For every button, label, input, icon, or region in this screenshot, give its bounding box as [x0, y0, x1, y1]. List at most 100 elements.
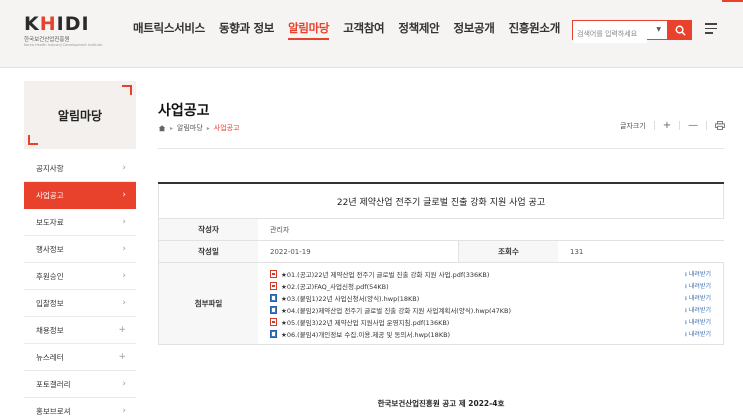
download-icon: ⭳: [684, 330, 687, 338]
divider: [679, 121, 681, 130]
date-label: 작성일: [158, 241, 258, 262]
breadcrumb-item[interactable]: 알림마당: [177, 123, 203, 133]
download-button[interactable]: ⭳ 내려받기: [685, 281, 711, 292]
breadcrumb-separator: ▸: [170, 124, 174, 132]
date-row: 작성일 2022-01-19 조회수 131: [158, 241, 724, 263]
menu-bar-icon: [705, 32, 713, 34]
hwp-file-icon: [270, 306, 277, 314]
sidebar-item-bids[interactable]: 입찰정보 ›: [24, 290, 136, 317]
attachment-link[interactable]: ★03.(붙임1)22년 사업신청서(양식).hwp(18KB): [281, 293, 419, 303]
breadcrumb-current[interactable]: 사업공고: [214, 123, 240, 133]
chevron-right-icon: ›: [122, 190, 126, 200]
menu-bar-icon: [705, 23, 717, 25]
chevron-right-icon: ›: [122, 406, 126, 416]
chevron-right-icon: ›: [122, 163, 126, 173]
search-button[interactable]: [668, 20, 692, 40]
views-value: 131: [570, 247, 584, 256]
sidebar-item-events[interactable]: 행사정보 ›: [24, 236, 136, 263]
sidebar-title-box: 알림마당: [24, 81, 136, 149]
sidebar-item-label: 홍보브로셔: [36, 406, 71, 416]
sidebar-item-label: 채용정보: [36, 325, 64, 335]
sidebar-item-label: 포토갤러리: [36, 379, 71, 389]
post-detail-table: 22년 제약산업 전주기 글로벌 진출 강화 지원 사업 공고 작성자 관리자 …: [158, 182, 724, 345]
hwp-file-icon: [270, 330, 277, 338]
download-button[interactable]: ⭳ 내려받기: [685, 293, 711, 304]
download-button[interactable]: ⭳ 내려받기: [685, 305, 711, 316]
menu-bar-icon: [705, 27, 717, 29]
nav-item-policy[interactable]: 정책제안: [398, 20, 439, 40]
download-button[interactable]: ⭳ 내려받기: [685, 317, 711, 328]
attachment-link[interactable]: ★04.(붙임2)제약산업 전주기 글로벌 진출 강화 지원 사업계획서(양식)…: [281, 305, 511, 315]
header-accent-line: [722, 0, 743, 2]
sidebar-item-notices[interactable]: 공지사항 ›: [24, 155, 136, 182]
chevron-right-icon: ›: [122, 298, 126, 308]
nav-item-trends[interactable]: 동향과 정보: [219, 20, 274, 40]
sidebar-item-sponsorship[interactable]: 후원승인 ›: [24, 263, 136, 290]
search-scope-dropdown-icon[interactable]: ▼: [656, 26, 661, 33]
home-icon[interactable]: [158, 124, 166, 132]
plus-icon: +: [118, 325, 126, 335]
sidebar-item-label: 후원승인: [36, 271, 64, 281]
sidebar-item-label: 입찰정보: [36, 298, 64, 308]
nav-item-about[interactable]: 진흥원소개: [509, 20, 561, 40]
sidebar-item-newsletter[interactable]: 뉴스레터 +: [24, 344, 136, 371]
attachment-item: ★02.(공고)FAQ_사업신청.pdf(54KB) ⭳ 내려받기: [270, 280, 723, 292]
nav-item-notice[interactable]: 알림마당: [288, 20, 330, 40]
attachment-link[interactable]: ★02.(공고)FAQ_사업신청.pdf(54KB): [281, 281, 389, 291]
sidebar-menu: 공지사항 › 사업공고 › 보도자료 › 행사정보 › 후원승인 › 입찰정보 › 채용정보…: [24, 155, 136, 420]
attachment-link[interactable]: ★06.(붙임4)개인정보 수집.이용.제공 및 동의서.hwp(18KB): [281, 329, 450, 339]
download-icon: ⭳: [684, 294, 687, 302]
font-decrease-button[interactable]: —: [688, 120, 698, 131]
sidebar-item-brochure[interactable]: 홍보브로셔 ›: [24, 398, 136, 420]
download-icon: ⭳: [684, 306, 687, 314]
download-button[interactable]: ⭳ 내려받기: [685, 269, 711, 280]
corner-decoration: [28, 135, 38, 145]
search-input[interactable]: [573, 25, 647, 43]
logo-mark: KHIDI: [24, 13, 90, 35]
site-logo[interactable]: KHIDI 한국보건산업진흥원 Korea Health Industry De…: [24, 13, 103, 54]
site-header: KHIDI 한국보건산업진흥원 Korea Health Industry De…: [0, 0, 743, 68]
sidebar-item-business-announcements[interactable]: 사업공고 ›: [24, 182, 136, 209]
chevron-right-icon: ›: [122, 271, 126, 281]
pdf-file-icon: [270, 282, 277, 290]
sidebar-item-photo-gallery[interactable]: 포토갤러리 ›: [24, 371, 136, 398]
pdf-file-icon: [270, 270, 277, 278]
sidebar-item-press[interactable]: 보도자료 ›: [24, 209, 136, 236]
logo-subtitle-en: Korea Health Industry Development Instit…: [24, 43, 103, 47]
sidebar-item-label: 공지사항: [36, 163, 64, 173]
attachment-item: ★01.(공고)22년 제약산업 전주기 글로벌 진출 강화 지원 사업.pdf…: [270, 268, 723, 280]
sidebar-item-label: 사업공고: [36, 190, 64, 200]
sidebar-item-recruitment[interactable]: 채용정보 +: [24, 317, 136, 344]
hwp-file-icon: [270, 294, 277, 302]
download-button[interactable]: ⭳ 내려받기: [685, 329, 711, 340]
download-icon: ⭳: [684, 318, 687, 326]
hamburger-menu-button[interactable]: [705, 23, 717, 37]
page-title: 사업공고: [158, 103, 210, 119]
main-navigation: 매트릭스서비스 동향과 정보 알림마당 고객참여 정책제안 정보공개 진흥원소개: [133, 20, 574, 40]
attachment-item: ★03.(붙임1)22년 사업신청서(양식).hwp(18KB) ⭳ 내려받기: [270, 292, 723, 304]
chevron-right-icon: ›: [122, 244, 126, 254]
nav-item-matrix[interactable]: 매트릭스서비스: [133, 20, 205, 40]
attachments-label: 첨부파일: [158, 263, 258, 344]
chevron-right-icon: ›: [122, 217, 126, 227]
nav-item-disclosure[interactable]: 정보공개: [453, 20, 494, 40]
breadcrumb: ▸ 알림마당 ▸ 사업공고: [158, 123, 240, 133]
divider: [706, 121, 708, 130]
announcement-number: 한국보건산업진흥원 공고 제 2022-4호: [377, 399, 505, 408]
attachments-row: 첨부파일 ★01.(공고)22년 제약산업 전주기 글로벌 진출 강화 지원 사…: [158, 263, 724, 345]
attachment-link[interactable]: ★05.(붙임3)22년 제약산업 지원사업 운영지침.pdf(136KB): [281, 317, 449, 327]
sidebar-item-label: 행사정보: [36, 244, 64, 254]
download-icon: ⭳: [684, 282, 687, 290]
post-title: 22년 제약산업 전주기 글로벌 진출 강화 지원 사업 공고: [158, 184, 724, 219]
font-increase-button[interactable]: +: [663, 120, 671, 131]
logo-subtitle: 한국보건산업진흥원: [24, 37, 70, 43]
chevron-right-icon: ›: [122, 379, 126, 389]
sidebar-item-label: 뉴스레터: [36, 352, 64, 362]
divider: [158, 148, 724, 149]
attachment-list: ★01.(공고)22년 제약산업 전주기 글로벌 진출 강화 지원 사업.pdf…: [258, 263, 724, 344]
print-icon[interactable]: [715, 121, 726, 130]
attachment-link[interactable]: ★01.(공고)22년 제약산업 전주기 글로벌 진출 강화 지원 사업.pdf…: [281, 269, 489, 279]
nav-item-customer[interactable]: 고객참여: [343, 20, 384, 40]
corner-decoration: [122, 85, 132, 95]
sidebar-title: 알림마당: [57, 109, 103, 123]
